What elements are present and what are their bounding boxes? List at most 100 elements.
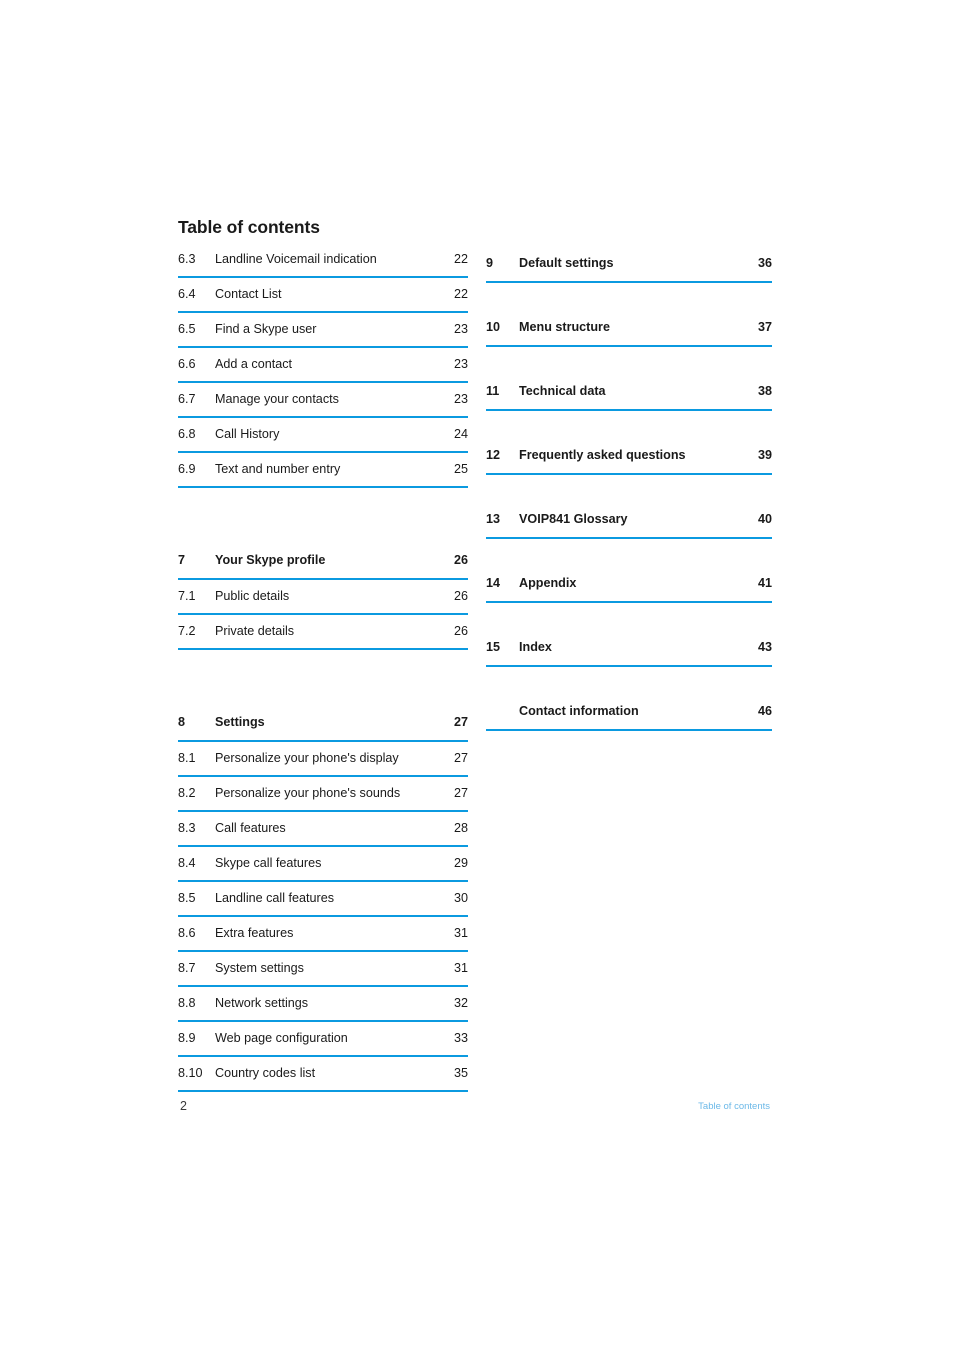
toc-page: Table of contents 6.3 Landline Voicemail … bbox=[0, 0, 954, 1351]
toc-entry-label: Technical data bbox=[519, 384, 606, 398]
toc-entry[interactable]: 7.2 Private details 26 bbox=[178, 615, 468, 650]
toc-entry-number: 8.4 bbox=[178, 856, 196, 870]
toc-entry-number: 8.10 bbox=[178, 1066, 203, 1080]
toc-entry-page-number: 28 bbox=[453, 821, 468, 835]
toc-entry[interactable]: 12 Frequently asked questions 39 bbox=[486, 435, 772, 475]
toc-entry-page-number: 27 bbox=[453, 786, 468, 800]
toc-entry[interactable]: 8.1 Personalize your phone's display 27 bbox=[178, 742, 468, 777]
toc-entry-label: Text and number entry bbox=[215, 462, 341, 476]
toc-entry[interactable]: 8.3 Call features 28 bbox=[178, 812, 468, 847]
toc-entry-number: 6.6 bbox=[178, 357, 196, 371]
toc-entry-number: 6.7 bbox=[178, 392, 196, 406]
toc-entry-number: 8.3 bbox=[178, 821, 196, 835]
toc-entry-label: Index bbox=[519, 640, 552, 654]
toc-entry[interactable]: 8.7 System settings 31 bbox=[178, 952, 468, 987]
toc-entry-label: Personalize your phone's sounds bbox=[215, 786, 401, 800]
toc-entry-number bbox=[486, 701, 519, 715]
toc-entry-page-number: 36 bbox=[757, 256, 772, 270]
toc-entry-page-number: 25 bbox=[453, 462, 468, 476]
toc-entry-label: Public details bbox=[215, 589, 290, 603]
toc-entry-number: 14 bbox=[486, 576, 501, 590]
toc-entry-number: 7.1 bbox=[178, 589, 196, 603]
toc-entry-label: Manage your contacts bbox=[215, 392, 339, 406]
toc-entry[interactable]: 8.5 Landline call features 30 bbox=[178, 882, 468, 917]
toc-entry-number: 6.9 bbox=[178, 462, 196, 476]
toc-entry-label: VOIP841 Glossary bbox=[519, 512, 628, 526]
toc-entry-number: 9 bbox=[486, 256, 494, 270]
toc-entry-number: 8.7 bbox=[178, 961, 196, 975]
toc-entry[interactable]: 8.2 Personalize your phone's sounds 27 bbox=[178, 777, 468, 812]
toc-entry[interactable]: 9 Default settings 36 bbox=[486, 243, 772, 283]
toc-entry[interactable]: 13 VOIP841 Glossary 40 bbox=[486, 499, 772, 539]
toc-entry[interactable]: Contact information 46 bbox=[486, 691, 772, 731]
toc-entry-page-number: 37 bbox=[757, 320, 772, 334]
toc-entry[interactable]: 7.1 Public details 26 bbox=[178, 580, 468, 615]
toc-entry[interactable]: 6.5 Find a Skype user 23 bbox=[178, 313, 468, 348]
toc-entry-page-number: 39 bbox=[757, 448, 772, 462]
toc-entry-number: 8.2 bbox=[178, 786, 196, 800]
toc-entry-label: Your Skype profile bbox=[215, 553, 326, 567]
toc-entry[interactable]: 8.8 Network settings 32 bbox=[178, 987, 468, 1022]
toc-entry-page-number: 26 bbox=[453, 553, 468, 567]
toc-entry-label: Landline call features bbox=[215, 891, 335, 905]
toc-entry[interactable]: 8.6 Extra features 31 bbox=[178, 917, 468, 952]
toc-entry-number: 10 bbox=[486, 320, 501, 334]
toc-entry-page-number: 27 bbox=[453, 751, 468, 765]
toc-entry-number: 6.5 bbox=[178, 322, 196, 336]
toc-column-right: 9 Default settings 36 10 Menu structure 37 11 T… bbox=[486, 243, 772, 755]
toc-entry[interactable]: 8 Settings 27 bbox=[178, 702, 468, 742]
toc-entry-number: 8.8 bbox=[178, 996, 196, 1010]
toc-entry-number: 8.9 bbox=[178, 1031, 196, 1045]
toc-entry-label: Default settings bbox=[519, 256, 614, 270]
toc-entry[interactable]: 14 Appendix 41 bbox=[486, 563, 772, 603]
toc-entry-page-number: 31 bbox=[453, 961, 468, 975]
toc-entry[interactable]: 8.4 Skype call features 29 bbox=[178, 847, 468, 882]
toc-entry[interactable]: 6.9 Text and number entry 25 bbox=[178, 453, 468, 488]
toc-entry-number: 6.8 bbox=[178, 427, 196, 441]
toc-entry-number: 8 bbox=[178, 715, 186, 729]
toc-entry-page-number: 40 bbox=[757, 512, 772, 526]
toc-entry-page-number: 31 bbox=[453, 926, 468, 940]
toc-entry[interactable]: 6.6 Add a contact 23 bbox=[178, 348, 468, 383]
toc-entry-label: Call features bbox=[215, 821, 286, 835]
toc-entry-label: Contact information bbox=[519, 704, 639, 718]
toc-entry-label: Country codes list bbox=[215, 1066, 316, 1080]
page-title: Table of contents bbox=[178, 217, 320, 237]
toc-entry-page-number: 26 bbox=[453, 624, 468, 638]
toc-entry-page-number: 23 bbox=[453, 357, 468, 371]
toc-entry[interactable]: 6.3 Landline Voicemail indication 22 bbox=[178, 243, 468, 278]
toc-entry-number: 8.5 bbox=[178, 891, 196, 905]
toc-entry-number: 7.2 bbox=[178, 624, 196, 638]
toc-entry-label: Add a contact bbox=[215, 357, 293, 371]
toc-entry-number: 15 bbox=[486, 640, 501, 654]
toc-entry[interactable]: 6.8 Call History 24 bbox=[178, 418, 468, 453]
toc-entry-label: Appendix bbox=[519, 576, 577, 590]
toc-entry[interactable]: 6.7 Manage your contacts 23 bbox=[178, 383, 468, 418]
toc-entry-label: System settings bbox=[215, 961, 304, 975]
toc-entry-label: Personalize your phone's display bbox=[215, 751, 399, 765]
toc-entry-page-number: 33 bbox=[453, 1031, 468, 1045]
toc-entry-page-number: 35 bbox=[453, 1066, 468, 1080]
toc-entry[interactable]: 8.10 Country codes list 35 bbox=[178, 1057, 468, 1092]
toc-entry[interactable]: 7 Your Skype profile 26 bbox=[178, 540, 468, 580]
toc-entry-page-number: 24 bbox=[453, 427, 468, 441]
toc-entry[interactable]: 10 Menu structure 37 bbox=[486, 307, 772, 347]
toc-entry-label: Extra features bbox=[215, 926, 294, 940]
toc-entry-page-number: 23 bbox=[453, 392, 468, 406]
toc-entry[interactable]: 11 Technical data 38 bbox=[486, 371, 772, 411]
toc-entry-number: 13 bbox=[486, 512, 501, 526]
toc-entry[interactable]: 8.9 Web page configuration 33 bbox=[178, 1022, 468, 1057]
toc-entry-page-number: 26 bbox=[453, 589, 468, 603]
toc-entry-page-number: 27 bbox=[453, 715, 468, 729]
toc-entry-label: Frequently asked questions bbox=[519, 448, 686, 462]
toc-entry-page-number: 32 bbox=[453, 996, 468, 1010]
toc-entry-page-number: 41 bbox=[757, 576, 772, 590]
toc-entry-page-number: 46 bbox=[757, 704, 772, 718]
toc-entry[interactable]: 15 Index 43 bbox=[486, 627, 772, 667]
toc-entry[interactable]: 6.4 Contact List 22 bbox=[178, 278, 468, 313]
toc-entry-number: 11 bbox=[486, 384, 500, 398]
toc-entry-page-number: 22 bbox=[453, 287, 468, 301]
toc-entry-label: Settings bbox=[215, 715, 265, 729]
toc-entry-number: 6.4 bbox=[178, 287, 196, 301]
toc-entry-page-number: 29 bbox=[453, 856, 468, 870]
